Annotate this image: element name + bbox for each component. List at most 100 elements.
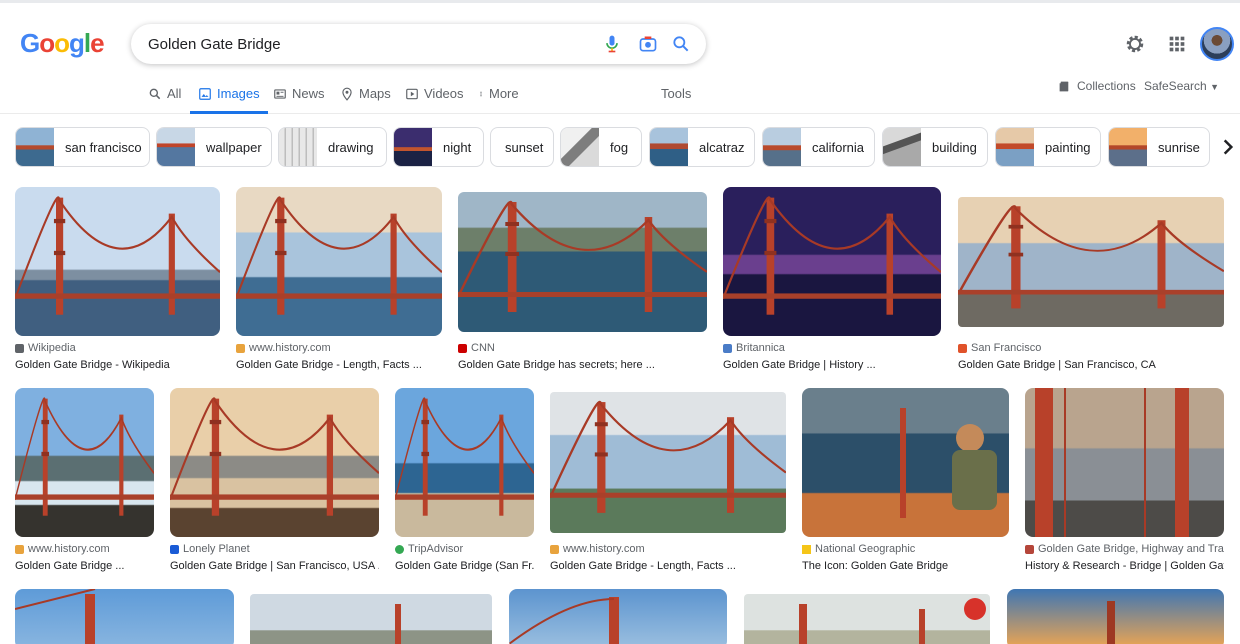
tab-maps[interactable]: Maps (340, 86, 391, 114)
chips-next-button[interactable] (1212, 125, 1240, 169)
result-image[interactable] (458, 192, 707, 332)
result-image[interactable] (170, 388, 379, 537)
google-logo[interactable]: Google (20, 28, 105, 59)
result-image[interactable] (723, 187, 941, 336)
result-source[interactable]: San Francisco (958, 342, 1224, 354)
bookmark-icon (1059, 81, 1069, 91)
mic-icon[interactable] (602, 34, 622, 54)
result-source[interactable]: Wikipedia (15, 342, 220, 354)
source-label: Britannica (736, 342, 785, 354)
result-image[interactable] (250, 594, 492, 644)
result-source[interactable]: TripAdvisor (395, 543, 534, 555)
source-label: www.history.com (249, 342, 331, 354)
tab-news[interactable]: News (273, 86, 325, 114)
search-icon[interactable] (671, 34, 691, 54)
result-image[interactable] (802, 388, 1009, 537)
tools-button[interactable]: Tools (661, 86, 691, 114)
avatar[interactable] (1200, 27, 1234, 61)
source-favicon (15, 544, 24, 554)
chip-label: california (812, 139, 865, 155)
chip-san-francisco[interactable]: san francisco (15, 127, 150, 167)
result-source[interactable]: Golden Gate Bridge, Highway and Tra... (1025, 543, 1224, 555)
chip-label: sunrise (1158, 139, 1200, 155)
result-image[interactable] (15, 388, 154, 537)
logo-letter: o (39, 28, 55, 58)
bridge-image (395, 388, 534, 537)
result-image[interactable] (550, 392, 786, 533)
source-favicon (958, 343, 967, 353)
result-source[interactable]: CNN (458, 342, 707, 354)
result-source[interactable]: Britannica (723, 342, 941, 354)
apps-grid-icon[interactable] (1166, 33, 1188, 55)
more-vert-icon (480, 91, 482, 97)
result-title[interactable]: Golden Gate Bridge | San Francisco, CA (958, 359, 1224, 371)
chip-label: fog (610, 139, 629, 155)
bridge-image (395, 604, 401, 644)
chip-label: san francisco (65, 139, 142, 155)
search-input[interactable] (148, 32, 588, 56)
bridge-image (1107, 601, 1115, 644)
tab-videos[interactable]: Videos (405, 86, 464, 114)
result-image[interactable] (236, 187, 442, 336)
collections-label: Collections (1077, 79, 1136, 93)
bridge-image (509, 597, 619, 644)
result-image[interactable] (15, 589, 234, 644)
search-box[interactable] (131, 24, 706, 64)
logo-letter: G (20, 28, 40, 58)
safesearch-dropdown[interactable]: SafeSearch ▼ (1144, 79, 1219, 93)
result-title[interactable]: Golden Gate Bridge - Wikipedia (15, 359, 220, 371)
result-image[interactable] (509, 589, 727, 644)
chip-label: wallpaper (206, 139, 262, 155)
source-favicon (723, 343, 732, 353)
chip-sunset[interactable]: sunset (490, 127, 554, 167)
result-source[interactable]: www.history.com (550, 543, 786, 555)
result-title[interactable]: Golden Gate Bridge ... (15, 560, 154, 572)
result-title[interactable]: Golden Gate Bridge | History ... (723, 359, 941, 371)
result-source[interactable]: www.history.com (236, 342, 442, 354)
logo-letter: e (90, 28, 105, 58)
result-title[interactable]: History & Research - Bridge | Golden Gat… (1025, 560, 1224, 572)
chip-wallpaper[interactable]: wallpaper (156, 127, 272, 167)
result-title[interactable]: Golden Gate Bridge (San Fr... (395, 560, 534, 572)
source-favicon (1025, 544, 1034, 554)
bridge-image (1035, 388, 1189, 537)
chip-thumbnail (1109, 128, 1147, 166)
chip-california[interactable]: california (762, 127, 875, 167)
result-image[interactable] (395, 388, 534, 537)
chip-building[interactable]: building (882, 127, 988, 167)
collections-link[interactable]: Collections (1058, 79, 1136, 93)
result-title[interactable]: Golden Gate Bridge - Length, Facts ... (550, 560, 786, 572)
result-source[interactable]: National Geographic (802, 543, 1009, 555)
result-source[interactable]: Lonely Planet (170, 543, 379, 555)
result-title[interactable]: Golden Gate Bridge | San Francisco, USA … (170, 560, 379, 572)
source-label: TripAdvisor (408, 543, 464, 555)
chip-painting[interactable]: painting (995, 127, 1101, 167)
source-label: www.history.com (28, 543, 110, 555)
result-image[interactable] (958, 197, 1224, 327)
chip-fog[interactable]: fog (560, 127, 642, 167)
chip-night[interactable]: night (393, 127, 484, 167)
chip-label: drawing (328, 139, 374, 155)
gear-icon[interactable] (1124, 33, 1146, 55)
source-label: CNN (471, 342, 495, 354)
result-image[interactable] (1025, 388, 1224, 537)
camera-icon[interactable] (638, 34, 658, 54)
tab-label: News (292, 86, 325, 101)
chip-alcatraz[interactable]: alcatraz (649, 127, 755, 167)
result-image[interactable] (15, 187, 220, 336)
tab-more[interactable]: More (478, 86, 519, 114)
tab-images[interactable]: Images (190, 86, 268, 114)
caret-down-icon: ▼ (1210, 82, 1219, 92)
result-image[interactable] (1007, 589, 1224, 644)
result-title[interactable]: Golden Gate Bridge - Length, Facts ... (236, 359, 442, 371)
tab-all[interactable]: All (148, 86, 181, 114)
search-tabs: All Images News Maps Videos More Tools (0, 80, 1240, 114)
result-title[interactable]: Golden Gate Bridge has secrets; here ... (458, 359, 707, 371)
result-image[interactable] (744, 594, 990, 644)
result-title[interactable]: The Icon: Golden Gate Bridge (802, 560, 1009, 572)
result-source[interactable]: www.history.com (15, 543, 154, 555)
chip-sunrise[interactable]: sunrise (1108, 127, 1210, 167)
tab-label: Images (217, 86, 260, 101)
tab-label: All (167, 86, 182, 101)
chip-drawing[interactable]: drawing (278, 127, 387, 167)
